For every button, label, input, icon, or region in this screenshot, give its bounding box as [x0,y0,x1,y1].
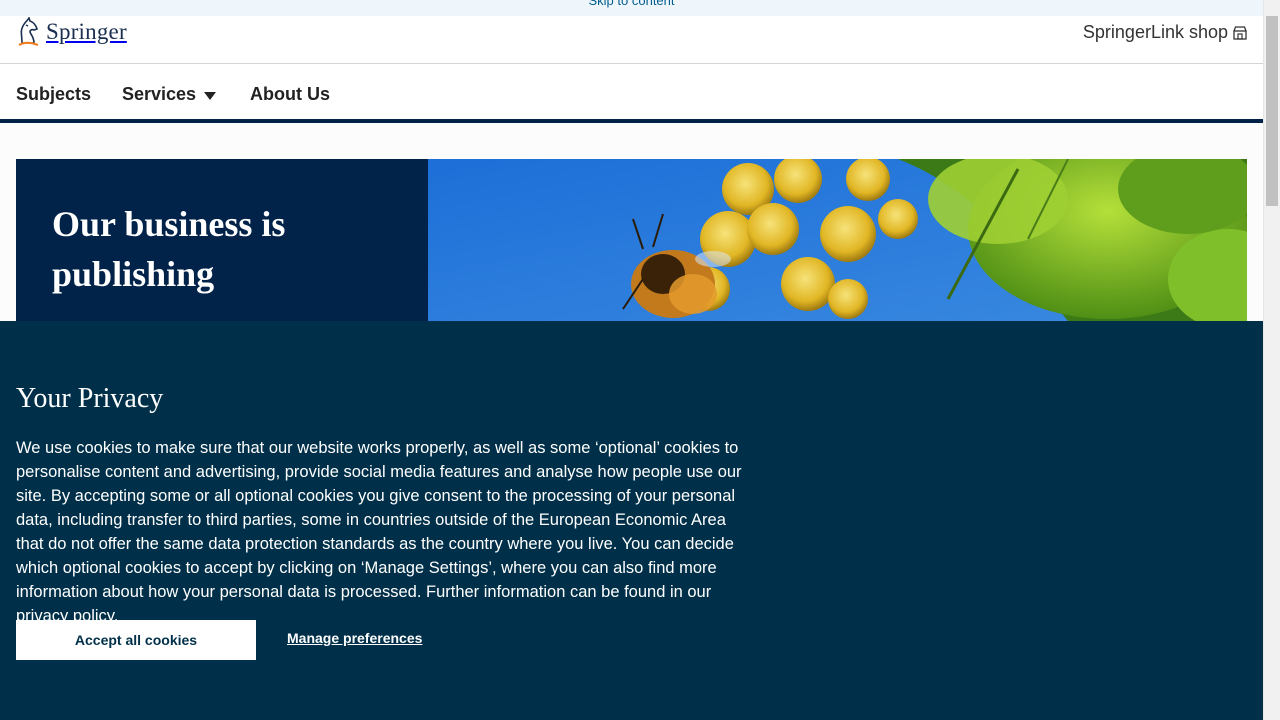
caret-down-icon [204,91,217,100]
skip-bar: Skip to content [0,0,1263,16]
springer-logo[interactable]: Springer [16,17,127,47]
privacy-title: Your Privacy [16,383,164,414]
cookie-consent-banner: Your Privacy We use cookies to make sure… [0,321,1263,720]
bee-on-flowers-image [428,159,1247,321]
hero-image [428,159,1247,321]
nav-subjects[interactable]: Subjects [16,84,91,105]
skip-to-content-link[interactable]: Skip to content [0,0,1263,8]
nav-services[interactable]: Services [122,84,217,105]
brand-name: Springer [46,19,127,44]
springerlink-shop-link[interactable]: SpringerLink shop [1083,22,1247,43]
privacy-text: We use cookies to make sure that our web… [16,436,746,628]
manage-preferences-button[interactable]: Manage preferences [287,630,422,646]
privacy-body: We use cookies to make sure that our web… [16,439,742,601]
main-navigation: Subjects Services About Us [0,64,1263,123]
hero-panel: Our business is publishing [16,159,428,321]
nav-services-label: Services [122,84,197,104]
shop-icon [1233,25,1247,40]
site-header: Springer SpringerLink shop [0,16,1263,64]
hero-title: Our business is publishing [52,204,286,294]
page-scrollbar[interactable] [1263,0,1280,720]
nav-about-us[interactable]: About Us [250,84,330,105]
scrollbar-thumb[interactable] [1266,16,1278,206]
springer-knight-icon [18,17,39,47]
accept-all-cookies-button[interactable]: Accept all cookies [16,620,256,660]
shop-link-label: SpringerLink shop [1082,22,1228,42]
